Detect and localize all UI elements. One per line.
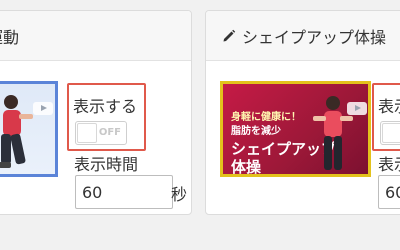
- display-setting-highlight: 表示する: [372, 83, 400, 151]
- display-setting-highlight: 表示する OFF: [67, 83, 146, 151]
- thumbnail-text-2: 脂肪を減少: [231, 126, 281, 137]
- person-illustration: [0, 95, 33, 168]
- pencil-icon[interactable]: [222, 29, 236, 43]
- thumbnail-text-1: 身軽に健康に！: [231, 112, 301, 123]
- card-title: 運動: [0, 27, 19, 47]
- display-time-label: 表示時間: [378, 155, 400, 174]
- video-thumbnail[interactable]: [0, 81, 58, 177]
- display-label: 表示する: [73, 97, 138, 116]
- card-title: シェイプアップ体操: [242, 27, 387, 47]
- card-header: シェイプアップ体操: [206, 11, 400, 61]
- display-toggle[interactable]: OFF: [75, 121, 127, 145]
- display-toggle[interactable]: [380, 121, 400, 145]
- play-icon: [347, 102, 367, 115]
- seconds-unit: 秒: [171, 185, 188, 204]
- play-icon: [33, 102, 53, 115]
- display-time-input[interactable]: [378, 175, 400, 209]
- exercise-card-1: 運動 表示する OFF 表示時間 秒: [0, 10, 192, 215]
- toggle-knob: [77, 123, 97, 143]
- card-header: 運動: [0, 11, 191, 61]
- exercise-card-2: シェイプアップ体操 身軽に健康に！ 脂肪を減少 シェイプアップ 体操 表示する …: [205, 10, 400, 215]
- display-time-label: 表示時間: [74, 155, 139, 174]
- display-label: 表示する: [378, 97, 400, 116]
- thumbnail-text-4: 体操: [231, 158, 262, 176]
- video-thumbnail[interactable]: 身軽に健康に！ 脂肪を減少 シェイプアップ 体操: [220, 81, 371, 177]
- display-time-input[interactable]: [75, 175, 173, 209]
- toggle-knob: [382, 123, 400, 143]
- toggle-state-text: OFF: [98, 127, 121, 138]
